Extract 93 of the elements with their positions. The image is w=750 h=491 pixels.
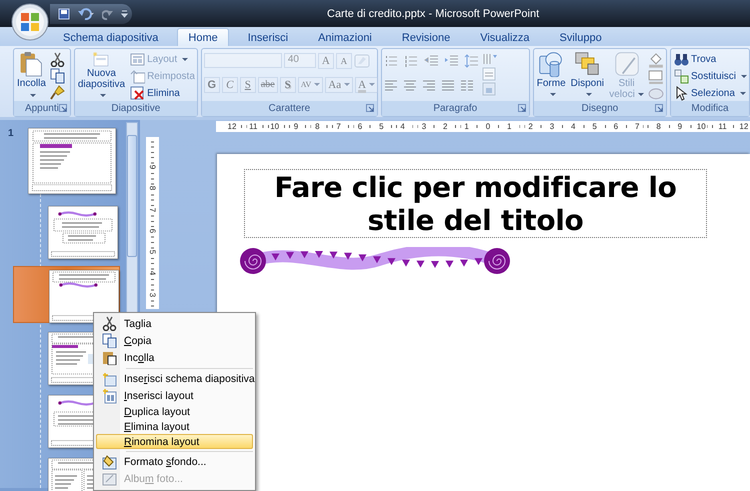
menu-item[interactable]: Rinomina layout (96, 434, 253, 450)
group-label: Diapositive (111, 103, 160, 114)
menu-item[interactable]: Formato sfondo... (96, 454, 253, 471)
del-icon (130, 86, 146, 100)
ribbon-tab[interactable]: Visualizza (469, 28, 541, 46)
copy-icon[interactable] (50, 68, 65, 84)
layout-icon (102, 388, 116, 404)
select-button[interactable]: Seleziona (673, 85, 748, 102)
ribbon-tab[interactable]: Schema diapositiva (52, 28, 170, 46)
paste-button[interactable]: Incolla (16, 51, 47, 101)
menu-item[interactable]: Inserisci schema diapositiva (96, 370, 253, 388)
slide-thumbnail[interactable] (48, 206, 118, 259)
ruler-number: 12 (738, 121, 750, 132)
photo-album-icon (102, 472, 116, 487)
customize-caret-icon[interactable] (121, 10, 128, 18)
ribbon-tab[interactable]: Inserisci (236, 28, 300, 46)
ruler-number: 6 (354, 121, 366, 132)
ruler-number: 5 (375, 121, 388, 132)
selected-slide-highlight[interactable] (13, 266, 120, 323)
quick-styles-icon (614, 51, 640, 77)
ruler-number: 3 (146, 292, 158, 297)
ruler-number: 3 (418, 121, 430, 132)
arrange-icon (574, 51, 600, 77)
ruler-number: 6 (610, 121, 622, 132)
format-painter-icon[interactable] (50, 85, 65, 100)
slide-number: 1 (7, 128, 15, 139)
ribbon-tab[interactable]: Home (177, 28, 229, 46)
ruler-number: 1 (503, 121, 516, 132)
ruler-number: 11 (716, 121, 729, 132)
ruler-number: 7 (631, 121, 644, 132)
shapes-icon (538, 51, 564, 77)
ruler-number: 10 (268, 121, 281, 132)
dialog-launcher-icon[interactable] (655, 104, 663, 112)
shape-fill-icon[interactable] (648, 52, 664, 68)
ruler-number: 0 (482, 121, 494, 132)
ribbon-tab[interactable]: Revisione (390, 28, 462, 46)
copy-icon (102, 333, 116, 348)
clipboard-icon (102, 350, 116, 365)
ruler-number: 3 (546, 121, 558, 132)
ruler-number: 2 (524, 121, 537, 132)
arrange-button[interactable]: Disponi (570, 51, 606, 101)
ruler-number: 10 (695, 121, 708, 132)
menu-item[interactable]: Incolla (96, 349, 253, 366)
replace-button[interactable]: Sostituisci (673, 68, 748, 84)
find-icon (674, 52, 689, 68)
new-slide-button[interactable]: Nuova diapositiva (76, 51, 126, 101)
title-placeholder[interactable]: Fare clic per modificare lo stile del titolo (244, 169, 707, 238)
menu-item[interactable]: Elimina layout (96, 420, 253, 434)
ruler-number: 9 (674, 121, 686, 132)
redo-icon[interactable] (102, 8, 114, 20)
group-label: Modifica (691, 103, 729, 114)
wavy-border-drawing[interactable] (239, 247, 511, 275)
select-icon (674, 86, 689, 101)
undo-icon[interactable] (77, 8, 95, 20)
ruler-number: 8 (652, 121, 665, 132)
slide-thumbnail[interactable] (28, 128, 116, 194)
ruler-number: 12 (226, 121, 238, 132)
dialog-launcher-icon[interactable] (58, 104, 67, 112)
paint-bucket-icon (102, 454, 116, 470)
delete-button[interactable]: Elimina (129, 85, 196, 102)
group-label: Carattere (268, 103, 310, 114)
ruler-number: 11 (247, 121, 260, 132)
save-icon[interactable] (58, 8, 70, 20)
menu-item[interactable]: Inserisci layout (96, 388, 253, 405)
reset-icon (130, 70, 146, 84)
group-label: Paragrafo (433, 103, 478, 114)
shape-outline-icon[interactable] (648, 68, 664, 84)
scissors-icon (102, 316, 116, 331)
slide-thumbnail[interactable] (49, 270, 119, 323)
ruler-number: 8 (146, 186, 158, 191)
ruler-number: 5 (588, 121, 601, 132)
cut-icon[interactable] (50, 52, 65, 67)
ruler-number: 4 (567, 121, 580, 132)
menu-item[interactable]: Taglia (96, 315, 253, 332)
clipboard-icon (19, 51, 44, 77)
menu-item[interactable]: Duplica layout (96, 404, 253, 420)
replace-icon (674, 69, 689, 84)
group-label: Disegno (582, 103, 618, 114)
ruler-number: 6 (146, 228, 158, 234)
ribbon-tab[interactable]: Sviluppo (548, 28, 613, 46)
group-label: Appunti (24, 103, 59, 114)
scrollbar-thumb[interactable] (127, 135, 137, 257)
ribbon-tab[interactable]: Animazioni (307, 28, 383, 46)
window-title: Carte di credito.pptx - Microsoft PowerPoint (327, 8, 540, 20)
layout-icon (130, 52, 146, 67)
ruler-number: 5 (146, 250, 158, 254)
ruler-number: 2 (439, 121, 452, 132)
find-button[interactable]: Trova (673, 52, 748, 68)
ruler-number: 9 (146, 164, 158, 170)
shapes-button[interactable]: Forme (536, 51, 567, 101)
new-slide-icon (102, 372, 116, 387)
ruler-number: 1 (460, 121, 473, 132)
menu-item[interactable]: Copia (96, 332, 253, 349)
